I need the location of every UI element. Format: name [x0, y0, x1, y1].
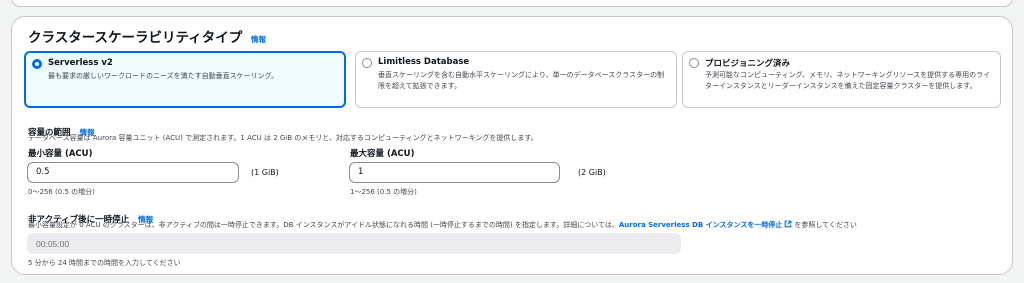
radio-limitless-database[interactable]: [362, 58, 372, 68]
option-title: Limitless Database: [378, 57, 470, 67]
radio-provisioned[interactable]: [689, 58, 699, 68]
max-capacity-unit: (2 GiB): [578, 168, 606, 177]
option-description: 垂直スケーリングを含む自動水平スケーリングにより、単一のデータベースクラスターの…: [378, 71, 665, 90]
capacity-description: データベース容量は Aurora 容量ユニット (ACU) で測定されます。1 …: [28, 134, 538, 142]
pause-hint: 5 分から 24 時間までの時間を入力してください: [28, 259, 181, 267]
option-description: 予測可能なコンピューティング、メモリ、ネットワーキングリソースを提供する専用のラ…: [705, 71, 991, 90]
min-capacity-hint: 0〜256 (0.5 の増分): [28, 188, 95, 196]
min-capacity-label: 最小容量 (ACU): [28, 149, 93, 159]
pause-docs-link[interactable]: Aurora Serverless DB インスタンスを一時停止: [619, 221, 783, 229]
radio-serverless-v2[interactable]: [32, 59, 42, 69]
previous-section-card: [11, 0, 1013, 7]
pause-description: 最小容量設定が 0 ACU のクラスターは、非アクティブの間は一時停止できます。…: [28, 220, 857, 230]
min-capacity-unit: (1 GiB): [251, 168, 279, 177]
max-capacity-input[interactable]: 1: [349, 162, 560, 183]
pause-description-text: 最小容量設定が 0 ACU のクラスターは、非アクティブの間は一時停止できます。…: [28, 221, 619, 229]
pause-description-suffix: を参照してください: [794, 221, 857, 229]
max-capacity-hint: 1〜256 (0.5 の増分): [350, 188, 417, 196]
min-capacity-input[interactable]: 0.5: [27, 162, 239, 183]
option-provisioned[interactable]: プロビジョニング済み 予測可能なコンピューティング、メモリ、ネットワーキングリソ…: [682, 51, 1001, 108]
external-link-icon[interactable]: [784, 220, 792, 228]
section-title-text: クラスタースケーラビリティタイプ: [28, 30, 243, 46]
max-capacity-label: 最大容量 (ACU): [350, 149, 415, 159]
option-title: プロビジョニング済み: [705, 59, 791, 69]
section-info-link[interactable]: 情報: [251, 35, 266, 44]
pause-duration-input[interactable]: [27, 233, 681, 254]
option-title: Serverless v2: [48, 58, 113, 68]
option-description: 最も要求の厳しいワークロードのニーズを満たす自動垂直スケーリング。: [48, 72, 279, 80]
scalability-section: クラスタースケーラビリティタイプ 情報 Serverless v2 最も要求の厳…: [11, 16, 1013, 275]
option-serverless-v2[interactable]: Serverless v2 最も要求の厳しいワークロードのニーズを満たす自動垂直…: [24, 51, 346, 108]
section-title: クラスタースケーラビリティタイプ 情報: [28, 26, 266, 46]
option-limitless-database[interactable]: Limitless Database 垂直スケーリングを含む自動水平スケーリング…: [355, 51, 677, 108]
